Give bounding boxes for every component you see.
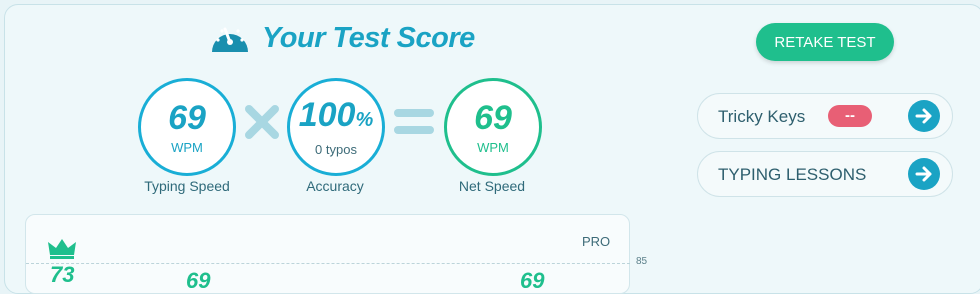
pro-level-line bbox=[26, 263, 630, 264]
tricky-keys-badge: -- bbox=[828, 105, 872, 127]
retake-test-button[interactable]: RETAKE TEST bbox=[756, 23, 894, 61]
typing-speed-circle: 69 WPM bbox=[138, 78, 236, 176]
tricky-keys-label: Tricky Keys bbox=[718, 107, 806, 126]
multiply-icon bbox=[245, 105, 279, 139]
arrow-right-icon bbox=[908, 100, 940, 132]
arrow-right-icon bbox=[908, 158, 940, 190]
accuracy-caption: Accuracy bbox=[306, 178, 364, 194]
net-speed-caption: Net Speed bbox=[458, 178, 526, 194]
net-speed-value: 69 bbox=[474, 98, 512, 137]
accuracy-percent: % bbox=[355, 109, 374, 131]
tricky-keys-link[interactable]: Tricky Keys -- bbox=[697, 93, 953, 139]
accuracy-value-wrap: 100% bbox=[299, 97, 374, 138]
crown-icon bbox=[48, 239, 76, 259]
pro-level-label: PRO bbox=[582, 234, 611, 249]
net-speed-unit: WPM bbox=[477, 139, 509, 155]
typing-speed-value: 69 bbox=[168, 98, 206, 137]
chart-point-label: 69 bbox=[186, 268, 211, 293]
typing-lessons-label: TYPING LESSONS bbox=[718, 165, 867, 184]
accuracy-value: 100 bbox=[298, 96, 356, 134]
typing-speed-unit: WPM bbox=[171, 139, 203, 155]
chart-point-label: 69 bbox=[520, 268, 545, 293]
score-header: Your Test Score bbox=[208, 20, 475, 56]
typing-lessons-link[interactable]: TYPING LESSONS bbox=[697, 151, 953, 197]
typing-speed-caption: Typing Speed bbox=[144, 178, 230, 194]
tick-label-85: 85 bbox=[636, 256, 648, 267]
net-speed-circle: 69 WPM bbox=[444, 78, 542, 176]
speedometer-icon bbox=[212, 27, 248, 52]
page-title: Your Test Score bbox=[262, 21, 475, 54]
equals-icon bbox=[394, 109, 434, 134]
typos-count: 0 typos bbox=[315, 142, 357, 157]
accuracy-circle: 100% 0 typos bbox=[287, 78, 385, 176]
best-score-label: 73 bbox=[50, 262, 75, 287]
